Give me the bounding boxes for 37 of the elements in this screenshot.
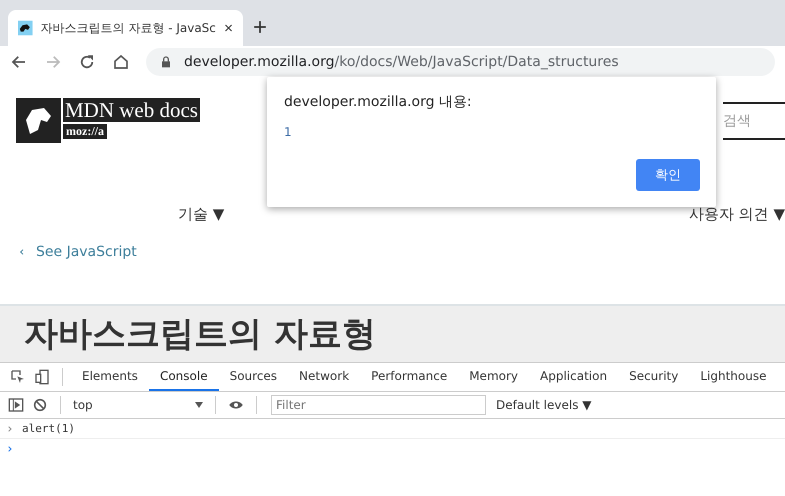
chevron-left-icon [18, 248, 26, 256]
devtools-tab[interactable]: Elements [71, 363, 149, 391]
chevron-right-icon [6, 424, 14, 432]
clear-icon[interactable] [32, 397, 48, 413]
devtools-tab[interactable]: Network [288, 363, 360, 391]
logo-subtitle: moz://a [63, 124, 107, 139]
devtools-tab[interactable]: Application [529, 363, 618, 391]
devtools-tab[interactable]: Sources [218, 363, 288, 391]
devtools-tab[interactable]: Performance [360, 363, 458, 391]
address-bar[interactable]: developer.mozilla.org/ko/docs/Web/JavaScript/Data_structures [146, 48, 775, 76]
devtools-tab[interactable]: Memory [458, 363, 530, 391]
nav-menu-item[interactable]: 기술 ▼ [178, 205, 224, 224]
filter-field[interactable]: Filter [271, 395, 486, 415]
inspect-icon[interactable] [10, 369, 26, 385]
caret-icon [195, 401, 203, 409]
close-icon[interactable] [224, 23, 233, 33]
ok-button[interactable]: 확인 [636, 159, 700, 191]
tab-title: 자바스크립트의 자료형 - JavaSc [40, 20, 216, 36]
plus-icon[interactable] [253, 20, 267, 34]
dialog-message: 1 [284, 125, 293, 139]
devtools-tab[interactable]: Security [618, 363, 690, 391]
devtools-tab[interactable]: Lighthouse [689, 363, 778, 391]
logo-title: MDN web docs [63, 98, 200, 122]
devtools-tab[interactable]: Console [148, 363, 219, 391]
console-input-line: alert(1) [22, 422, 75, 435]
levels-dropdown[interactable]: Default levels ▼ [496, 398, 592, 412]
device-icon[interactable] [34, 369, 50, 385]
page-heading: 자바스크립트의 자료형 [24, 313, 376, 356]
back-link[interactable]: See JavaScript [36, 244, 137, 260]
nav-menu-item[interactable]: 사용자 의견 ▼ [688, 205, 785, 224]
reload-icon[interactable] [78, 53, 96, 71]
context-dropdown[interactable]: top [69, 398, 207, 412]
home-icon[interactable] [112, 53, 130, 71]
sidebar-toggle-icon[interactable] [8, 397, 24, 413]
prompt-icon[interactable] [6, 444, 14, 452]
dialog-title: developer.mozilla.org 내용: [284, 93, 473, 111]
browser-tab[interactable]: 자바스크립트의 자료형 - JavaSc [8, 10, 243, 46]
